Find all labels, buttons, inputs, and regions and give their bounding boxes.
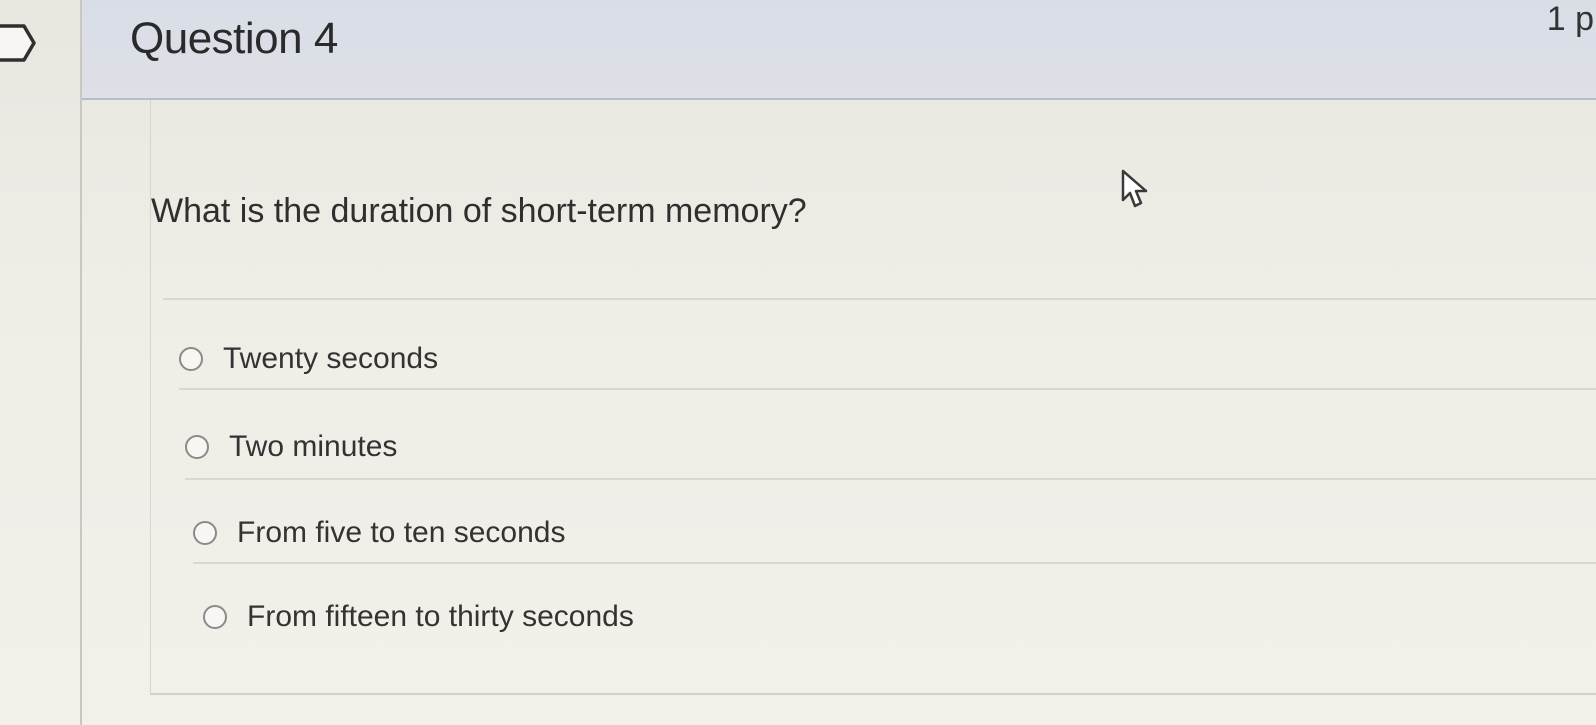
mouse-pointer-icon <box>1121 169 1148 208</box>
question-title: Question 4 <box>130 14 338 63</box>
radio-button[interactable] <box>185 435 209 459</box>
answer-label: Two minutes <box>229 430 398 463</box>
question-divider <box>163 298 1596 300</box>
quiz-page: Question 4 1 p What is the duration of s… <box>0 0 1596 725</box>
answer-divider <box>179 388 1596 390</box>
radio-button[interactable] <box>193 521 217 545</box>
answer-option-4[interactable]: From fifteen to thirty seconds <box>203 600 634 634</box>
answer-option-2[interactable]: Two minutes <box>185 430 397 464</box>
answer-option-1[interactable]: Twenty seconds <box>179 342 438 376</box>
answer-divider <box>185 478 1596 480</box>
question-points: 1 p <box>1546 0 1594 38</box>
answer-label: Twenty seconds <box>223 342 439 375</box>
question-header: Question 4 1 p <box>82 0 1596 100</box>
question-body: What is the duration of short-term memor… <box>150 100 1596 695</box>
radio-button[interactable] <box>203 605 227 629</box>
radio-button[interactable] <box>179 347 203 371</box>
answer-label: From fifteen to thirty seconds <box>247 600 634 633</box>
answer-divider <box>193 562 1596 564</box>
question-text: What is the duration of short-term memor… <box>151 192 807 230</box>
question-card: Question 4 1 p What is the duration of s… <box>80 0 1596 725</box>
answer-label: From five to ten seconds <box>237 516 566 549</box>
flag-question-icon[interactable] <box>0 22 36 64</box>
answer-option-3[interactable]: From five to ten seconds <box>193 516 565 550</box>
